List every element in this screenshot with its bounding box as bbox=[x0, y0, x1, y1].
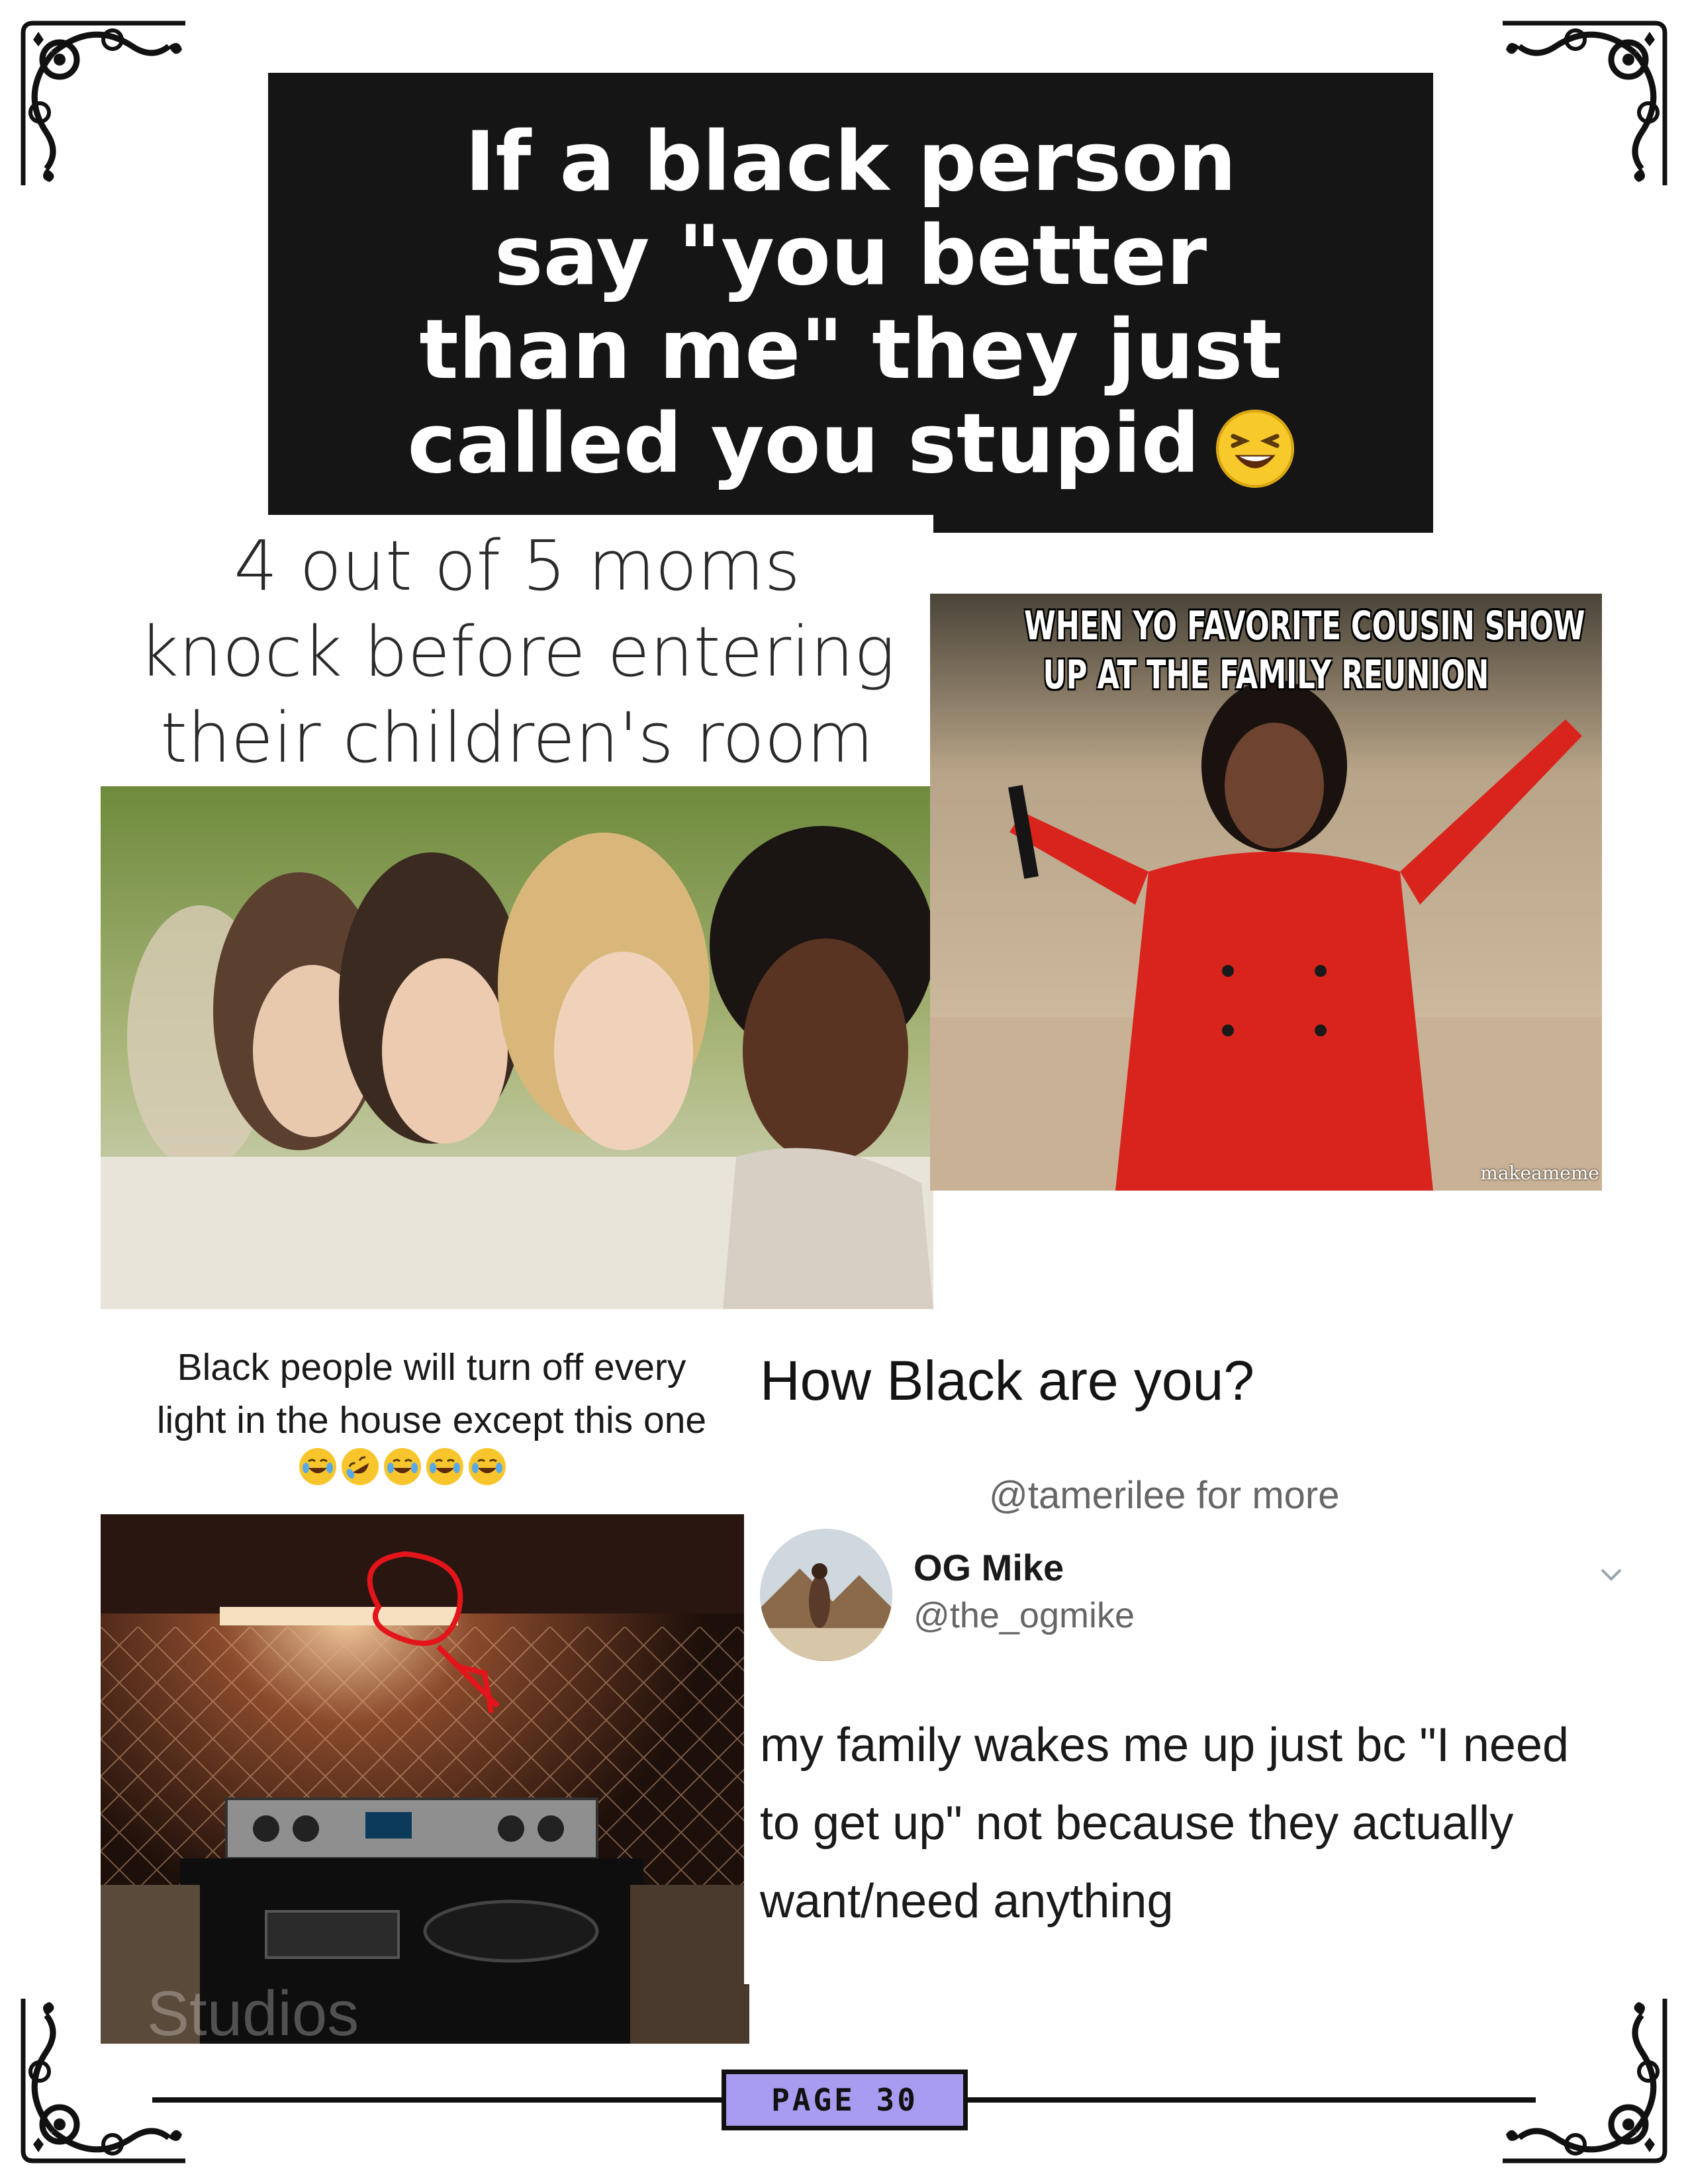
tears-of-joy-icon bbox=[299, 1448, 336, 1485]
headline-line: If a black person bbox=[465, 114, 1237, 210]
moms-caption: 4 out of 5 moms knock before entering th… bbox=[101, 515, 933, 794]
lights-emoji-row bbox=[299, 1448, 506, 1485]
moms-caption-line: knock before entering bbox=[138, 612, 896, 692]
tears-of-joy-icon bbox=[426, 1448, 463, 1485]
tweet-body-line: want/need anything bbox=[760, 1875, 1174, 1928]
tweet-author-name: OG Mike bbox=[914, 1547, 1064, 1588]
tweet-meme: How Black are you? @tamerilee for more O… bbox=[744, 1309, 1634, 1984]
chevron-down-icon[interactable] bbox=[1598, 1561, 1624, 1587]
cousin-caption-line: UP AT THE FAMILY REUNION bbox=[1043, 652, 1489, 698]
headline-text: If a black person say "you better than m… bbox=[308, 115, 1393, 491]
tweet-body: my family wakes me up just bc "I need to… bbox=[760, 1706, 1620, 1940]
headline-line: than me" they just bbox=[419, 302, 1282, 398]
studios-watermark: Studios bbox=[147, 1978, 359, 2045]
tweet-credit: @tamerilee for more bbox=[989, 1474, 1340, 1517]
makeameme-watermark: makeameme bbox=[1480, 1162, 1599, 1184]
moms-caption-line: 4 out of 5 moms bbox=[234, 525, 800, 606]
headline-line: called you stupid bbox=[308, 397, 1393, 491]
tears-of-joy-icon bbox=[469, 1448, 506, 1485]
cousin-meme: WHEN YO FAVORITE COUSIN SHOW UP AT THE F… bbox=[930, 594, 1602, 1191]
laughing-face-icon bbox=[1215, 410, 1294, 488]
rolling-laughing-icon bbox=[342, 1448, 379, 1485]
avatar bbox=[760, 1529, 892, 1661]
stove-photo bbox=[101, 1514, 749, 2044]
corner-ornament-top-right bbox=[1503, 13, 1675, 185]
corner-ornament-top-left bbox=[13, 13, 185, 185]
lights-caption: Black people will turn off every light i… bbox=[101, 1341, 763, 1447]
page-label: PAGE 30 bbox=[771, 2082, 918, 2118]
headline-line: say "you better bbox=[494, 208, 1207, 304]
moms-photo bbox=[101, 786, 933, 1309]
cousin-caption: WHEN YO FAVORITE COUSIN SHOW UP AT THE F… bbox=[1024, 602, 1585, 700]
page-number-badge: PAGE 30 bbox=[722, 2070, 968, 2130]
moms-meme: 4 out of 5 moms knock before entering th… bbox=[101, 515, 933, 1309]
lights-meme: Black people will turn off every light i… bbox=[101, 1309, 763, 2045]
tweet-title: How Black are you? bbox=[760, 1349, 1255, 1412]
lights-caption-line: light in the house except this one bbox=[156, 1399, 707, 1441]
tears-of-joy-icon bbox=[384, 1448, 421, 1485]
tweet-body-line: to get up" not because they actually bbox=[760, 1797, 1514, 1850]
cousin-caption-line: WHEN YO FAVORITE COUSIN SHOW bbox=[1024, 603, 1585, 649]
tweet-body-line: my family wakes me up just bc "I need bbox=[760, 1719, 1570, 1772]
corner-ornament-bottom-right bbox=[1503, 1999, 1675, 2171]
lights-caption-line: Black people will turn off every bbox=[177, 1346, 686, 1388]
headline-meme: If a black person say "you better than m… bbox=[268, 73, 1433, 533]
moms-caption-line: their children's room bbox=[160, 698, 874, 778]
tweet-author-handle: @the_ogmike bbox=[914, 1596, 1135, 1635]
